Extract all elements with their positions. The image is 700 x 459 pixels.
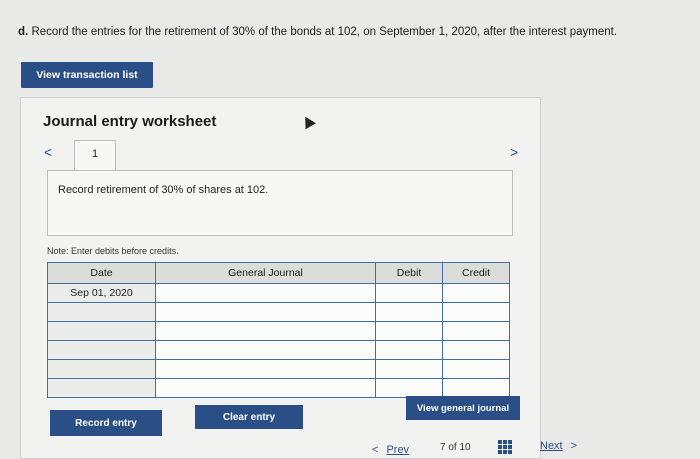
- date-cell[interactable]: [47, 378, 156, 398]
- account-input[interactable]: [155, 340, 376, 360]
- account-input[interactable]: [155, 359, 376, 379]
- date-cell[interactable]: Sep 01, 2020: [47, 283, 156, 303]
- instruction-text: Record retirement of 30% of shares at 10…: [58, 184, 269, 196]
- question-label: d.: [18, 26, 29, 38]
- debit-input[interactable]: [375, 340, 443, 360]
- next-button[interactable]: Next >: [540, 440, 577, 452]
- page-of: of: [448, 442, 457, 453]
- view-general-journal-button[interactable]: View general journal: [406, 396, 520, 420]
- instruction-box: [47, 170, 513, 236]
- credit-input[interactable]: [442, 378, 510, 398]
- tab-entry-1[interactable]: 1: [74, 140, 116, 171]
- page-counter: 7 of 10: [440, 442, 471, 453]
- date-cell[interactable]: [47, 359, 156, 379]
- date-cell[interactable]: [47, 302, 156, 322]
- account-input[interactable]: [155, 302, 376, 322]
- account-input[interactable]: [155, 283, 376, 303]
- table-row: [47, 340, 510, 360]
- column-header-debit: Debit: [375, 262, 443, 284]
- column-header-date: Date: [47, 262, 156, 284]
- view-transaction-list-button[interactable]: View transaction list: [21, 62, 153, 88]
- table-row: [47, 321, 510, 341]
- credit-input[interactable]: [442, 340, 510, 360]
- credit-input[interactable]: [442, 302, 510, 322]
- table-row: [47, 302, 510, 322]
- grid-view-icon[interactable]: [498, 440, 512, 454]
- date-cell[interactable]: [47, 321, 156, 341]
- date-cell[interactable]: [47, 340, 156, 360]
- note-text: Note: Enter debits before credits.: [47, 246, 179, 256]
- credit-input[interactable]: [442, 283, 510, 303]
- chevron-left-icon[interactable]: <: [44, 144, 52, 160]
- journal-table: Date General Journal Debit Credit Sep 01…: [47, 262, 510, 398]
- debit-input[interactable]: [375, 359, 443, 379]
- next-label: Next: [540, 440, 563, 452]
- account-input[interactable]: [155, 321, 376, 341]
- column-header-credit: Credit: [442, 262, 510, 284]
- record-entry-button[interactable]: Record entry: [50, 410, 162, 436]
- prev-label: Prev: [386, 444, 410, 456]
- worksheet-title: Journal entry worksheet: [43, 113, 217, 130]
- credit-input[interactable]: [442, 359, 510, 379]
- debit-input[interactable]: [375, 378, 443, 398]
- table-row: Sep 01, 2020: [47, 283, 510, 303]
- chevron-right-icon: >: [570, 440, 578, 452]
- credit-input[interactable]: [442, 321, 510, 341]
- debit-input[interactable]: [375, 321, 443, 341]
- column-header-general-journal: General Journal: [155, 262, 376, 284]
- account-input[interactable]: [155, 378, 376, 398]
- debit-input[interactable]: [375, 283, 443, 303]
- current-page: 7: [440, 442, 446, 453]
- clear-entry-button[interactable]: Clear entry: [195, 405, 303, 429]
- chevron-left-icon: <: [372, 444, 379, 456]
- table-row: [47, 359, 510, 379]
- question-body: Record the entries for the retirement of…: [31, 26, 618, 38]
- chevron-right-icon[interactable]: >: [510, 144, 518, 160]
- prev-button[interactable]: < Prev: [372, 444, 409, 456]
- question-text: d. Record the entries for the retirement…: [18, 26, 617, 38]
- table-header-row: Date General Journal Debit Credit: [47, 262, 510, 284]
- debit-input[interactable]: [375, 302, 443, 322]
- total-pages: 10: [459, 442, 471, 453]
- table-row: [47, 378, 510, 398]
